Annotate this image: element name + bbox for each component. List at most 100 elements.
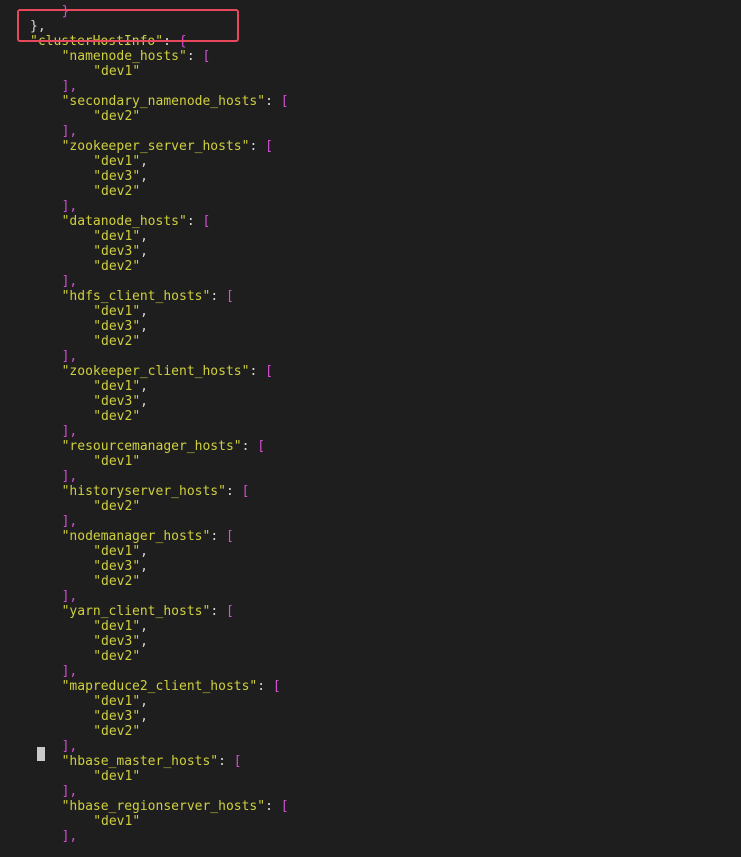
code-line: "dev1", xyxy=(93,229,148,244)
code-line: "dev1" xyxy=(93,814,140,829)
code-token: , xyxy=(140,244,148,259)
code-token: }, xyxy=(30,19,46,34)
code-token: "dev1" xyxy=(93,154,141,169)
code-token: , xyxy=(140,154,148,169)
code-token: "hbase_regionserver_hosts" xyxy=(61,799,266,814)
code-line: "dev2" xyxy=(93,409,140,424)
code-line: "dev1", xyxy=(93,544,148,559)
code-token: "dev3" xyxy=(93,559,141,574)
code-line: "dev2" xyxy=(93,574,140,589)
code-token: "clusterHostInfo" xyxy=(30,34,164,49)
code-token: : xyxy=(257,679,273,694)
code-line: "dev2" xyxy=(93,259,140,274)
code-line: ], xyxy=(62,514,78,529)
code-line: "dev2" xyxy=(93,499,140,514)
code-line: ], xyxy=(62,589,78,604)
code-line: "dev3", xyxy=(93,319,148,334)
code-token: [ xyxy=(272,679,281,694)
code-token: ], xyxy=(61,664,78,679)
code-token: [ xyxy=(233,754,242,769)
code-token: "dev1" xyxy=(93,304,141,319)
code-token: ], xyxy=(61,829,78,844)
code-token: "historyserver_hosts" xyxy=(61,484,226,499)
code-token: "dev3" xyxy=(93,394,141,409)
code-token: "dev2" xyxy=(93,184,141,199)
code-token: : xyxy=(249,364,266,379)
code-token: , xyxy=(140,709,148,724)
code-line: "zookeeper_server_hosts": [ xyxy=(62,139,273,154)
code-token: "dev2" xyxy=(93,334,141,349)
code-token: : xyxy=(186,49,203,64)
code-token: : xyxy=(265,94,281,109)
code-token: "dev1" xyxy=(93,379,141,394)
code-token: "yarn_client_hosts" xyxy=(61,604,211,619)
code-line: ], xyxy=(62,784,78,799)
code-line: ], xyxy=(62,469,78,484)
code-line: "namenode_hosts": [ xyxy=(62,49,211,64)
code-token: [ xyxy=(225,289,234,304)
code-line: "dev1", xyxy=(93,379,148,394)
code-token: "dev1" xyxy=(93,64,141,79)
code-token: , xyxy=(140,559,148,574)
code-token: ], xyxy=(61,349,78,364)
code-token: "dev2" xyxy=(93,649,141,664)
code-line: "resourcemanager_hosts": [ xyxy=(62,439,266,454)
code-line: }, xyxy=(30,19,46,34)
code-token: "dev3" xyxy=(93,319,141,334)
text-cursor xyxy=(37,747,45,761)
code-line: "dev1", xyxy=(93,154,148,169)
code-line: ], xyxy=(62,829,78,844)
code-token: ], xyxy=(61,124,78,139)
code-token: [ xyxy=(280,799,289,814)
code-token: "dev2" xyxy=(93,574,141,589)
code-line: "dev3", xyxy=(93,169,148,184)
code-line: "dev3", xyxy=(93,709,148,724)
code-line: "datanode_hosts": [ xyxy=(62,214,211,229)
code-token: : xyxy=(186,214,203,229)
code-token: "dev2" xyxy=(93,499,141,514)
code-line: "hbase_regionserver_hosts": [ xyxy=(62,799,289,814)
code-token: [ xyxy=(265,139,273,154)
code-line: "dev3", xyxy=(93,244,148,259)
code-token: "dev2" xyxy=(93,409,141,424)
code-token: ], xyxy=(61,469,78,484)
code-token: [ xyxy=(225,604,234,619)
code-token: , xyxy=(140,229,148,244)
code-token: : xyxy=(265,799,281,814)
code-token: ], xyxy=(61,514,78,529)
code-token: ], xyxy=(61,79,78,94)
code-line: "secondary_namenode_hosts": [ xyxy=(62,94,289,109)
code-token: : xyxy=(241,439,258,454)
code-token: "dev1" xyxy=(93,769,141,784)
code-line: "dev2" xyxy=(93,724,140,739)
code-token: "resourcemanager_hosts" xyxy=(61,439,242,454)
code-token: : xyxy=(210,604,226,619)
code-token: "dev2" xyxy=(93,109,141,124)
code-token: , xyxy=(140,694,148,709)
code-token: "secondary_namenode_hosts" xyxy=(61,94,266,109)
code-token: "dev3" xyxy=(93,709,141,724)
code-token: : xyxy=(163,34,179,49)
code-token: "dev2" xyxy=(93,259,141,274)
code-line: "dev1" xyxy=(93,64,140,79)
code-token: "dev1" xyxy=(93,814,141,829)
code-token: [ xyxy=(280,94,289,109)
code-line: "zookeeper_client_hosts": [ xyxy=(62,364,273,379)
code-token: "dev1" xyxy=(93,544,141,559)
code-token: "dev2" xyxy=(93,724,141,739)
terminal-window[interactable]: }}, "clusterHostInfo": {"namenode_hosts":… xyxy=(0,0,741,857)
code-token: "dev1" xyxy=(93,619,141,634)
code-token: : xyxy=(218,754,234,769)
code-token: [ xyxy=(241,484,250,499)
code-token: ], xyxy=(61,784,78,799)
code-line: "dev1", xyxy=(93,304,148,319)
code-token: , xyxy=(140,319,148,334)
code-line: ], xyxy=(62,664,78,679)
code-token: "zookeeper_client_hosts" xyxy=(61,364,250,379)
code-line: ], xyxy=(62,349,78,364)
code-token: ], xyxy=(61,739,78,754)
code-token: } xyxy=(61,4,70,19)
code-line: "dev3", xyxy=(93,559,148,574)
code-token: "dev1" xyxy=(93,694,141,709)
code-line: "clusterHostInfo": { xyxy=(30,34,187,49)
